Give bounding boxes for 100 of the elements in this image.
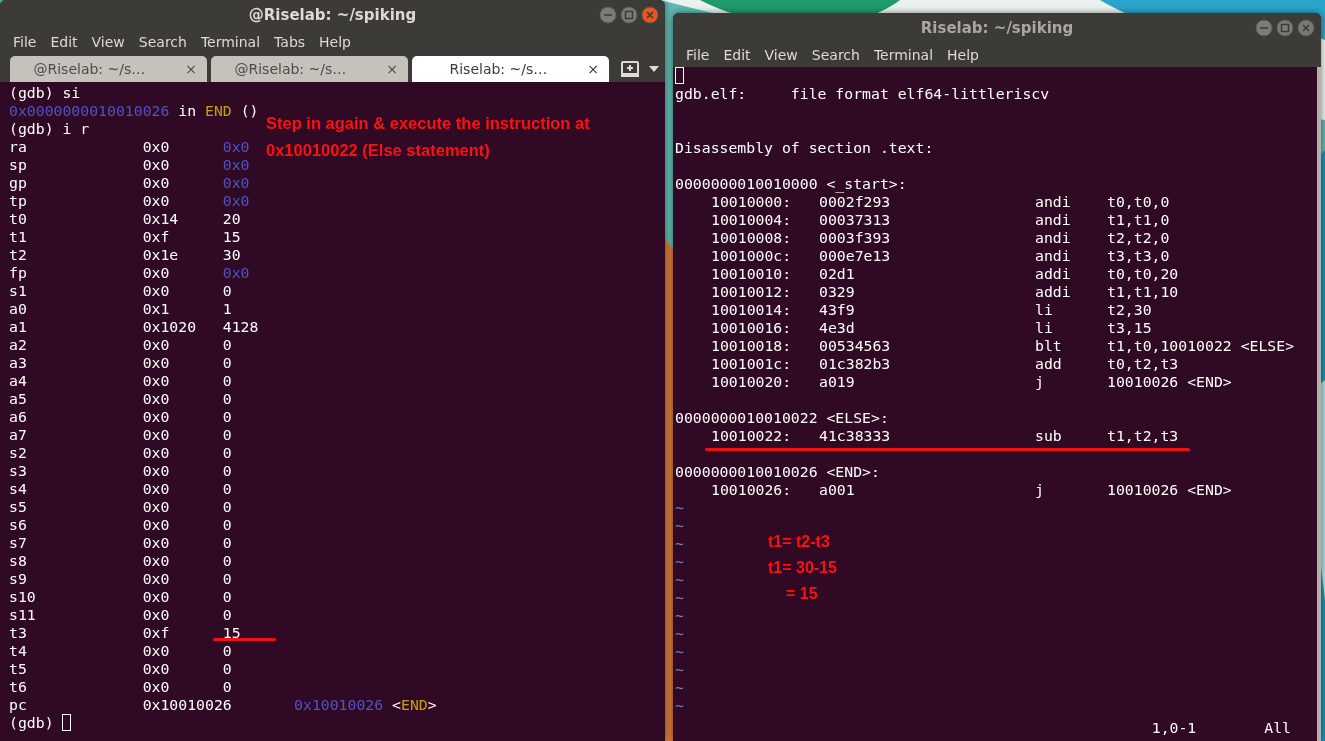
menu-item[interactable]: View bbox=[757, 47, 805, 63]
maximize-icon[interactable] bbox=[1276, 19, 1294, 37]
menu-item[interactable]: Help bbox=[940, 47, 986, 63]
terminal-tab[interactable]: Riselab: ~/s… × bbox=[412, 56, 609, 82]
menu-item[interactable]: Edit bbox=[716, 47, 758, 63]
instruction-code: 02d1 bbox=[819, 265, 856, 283]
register-value: 1 bbox=[222, 300, 232, 318]
instruction-address: 10010012: bbox=[711, 283, 793, 301]
register-hex: 0x0 bbox=[142, 156, 171, 174]
menu-item[interactable]: Search bbox=[131, 34, 194, 50]
register-value: 0x10010026 <END> bbox=[294, 696, 437, 714]
instruction-address: 10010000: bbox=[711, 193, 793, 211]
empty-line-marker: ~ bbox=[675, 535, 684, 552]
register-hex: 0x0 bbox=[142, 444, 171, 462]
minimize-icon[interactable] bbox=[599, 6, 617, 24]
register-value: 0x0 bbox=[222, 174, 250, 192]
instruction-mnemonic: j bbox=[1035, 481, 1045, 499]
empty-line-marker: ~ bbox=[675, 643, 684, 660]
window-title: Riselab: ~/spiking bbox=[920, 19, 1074, 37]
register-hex: 0x1 bbox=[142, 300, 171, 318]
instruction-mnemonic: blt bbox=[1035, 337, 1063, 355]
register-value: 0 bbox=[222, 516, 232, 534]
register-name: pc bbox=[9, 696, 28, 714]
menu-item[interactable]: File bbox=[679, 47, 717, 63]
register-hex: 0x0 bbox=[142, 516, 171, 534]
terminal-line: (gdb) si bbox=[9, 84, 81, 102]
instruction-address: 10010010: bbox=[711, 265, 793, 283]
close-icon[interactable] bbox=[1297, 19, 1315, 37]
menu-item[interactable]: Terminal bbox=[866, 47, 941, 63]
register-hex: 0x0 bbox=[142, 570, 171, 588]
register-hex: 0xf bbox=[142, 228, 171, 246]
instruction-mnemonic: addi bbox=[1035, 283, 1072, 301]
register-name: a0 bbox=[9, 300, 28, 318]
menu-item[interactable]: Tabs bbox=[267, 34, 313, 50]
menu-item[interactable]: File bbox=[6, 34, 44, 50]
menu-item[interactable]: Terminal bbox=[193, 34, 268, 50]
empty-line-marker: ~ bbox=[675, 607, 684, 624]
instruction-operands: t3,t3,0 bbox=[1107, 247, 1170, 265]
menu-item[interactable]: Help bbox=[312, 34, 358, 50]
register-hex: 0x0 bbox=[142, 498, 171, 516]
instruction-code: a001 bbox=[819, 481, 856, 499]
empty-line-marker: ~ bbox=[675, 679, 684, 696]
instruction-mnemonic: sub bbox=[1035, 427, 1063, 445]
register-value: 0 bbox=[222, 498, 232, 516]
instruction-address: 10010018: bbox=[711, 337, 793, 355]
instruction-mnemonic: li bbox=[1035, 319, 1054, 337]
new-tab-icon[interactable] bbox=[621, 61, 639, 77]
annotation-text: t1= t2-t3 t1= 30-15 = 15 bbox=[768, 532, 837, 604]
register-hex: 0x14 bbox=[142, 210, 180, 228]
register-value: 0 bbox=[222, 282, 232, 300]
menu-item[interactable]: Edit bbox=[43, 34, 85, 50]
instruction-operands: t2,t2,0 bbox=[1107, 229, 1170, 247]
instruction-code: 41c38333 bbox=[819, 427, 892, 445]
register-name: t4 bbox=[9, 642, 28, 660]
instruction-code: a019 bbox=[819, 373, 856, 391]
terminal-line: 0000000010010026 <END>: bbox=[675, 463, 880, 481]
instruction-address: 10010004: bbox=[711, 211, 793, 229]
register-value: 0 bbox=[222, 642, 232, 660]
register-value: 15 bbox=[222, 624, 241, 642]
instruction-code: 4e3d bbox=[819, 319, 856, 337]
register-name: s2 bbox=[9, 444, 28, 462]
instruction-operands: t1,t2,t3 bbox=[1107, 427, 1179, 445]
register-value: 0 bbox=[222, 408, 232, 426]
instruction-mnemonic: andi bbox=[1035, 247, 1072, 265]
minimize-icon[interactable] bbox=[1255, 19, 1273, 37]
instruction-operands: t1,t0,10010022 <ELSE> bbox=[1107, 337, 1295, 355]
instruction-operands: t1,t1,0 bbox=[1107, 211, 1170, 229]
register-name: s9 bbox=[9, 570, 28, 588]
instruction-code: 43f9 bbox=[819, 301, 856, 319]
menu-item[interactable]: View bbox=[84, 34, 132, 50]
register-hex: 0x0 bbox=[142, 372, 171, 390]
menu-item[interactable]: Search bbox=[804, 47, 867, 63]
instruction-code: 000e7e13 bbox=[819, 247, 892, 265]
instruction-operands: 10010026 <END> bbox=[1107, 481, 1232, 499]
register-name: ra bbox=[9, 138, 28, 156]
maximize-icon[interactable] bbox=[620, 6, 638, 24]
instruction-code: 00534563 bbox=[819, 337, 892, 355]
scroll-position: All bbox=[1264, 719, 1291, 737]
annotation-text: Step in again & execute the instruction at 0x10010022 (Else statement) bbox=[266, 113, 590, 161]
register-hex: 0x0 bbox=[142, 174, 171, 192]
terminal-line: gdb.elf: file format elf64-littleriscv bbox=[675, 85, 1050, 103]
close-icon[interactable] bbox=[641, 6, 659, 24]
register-value: 0 bbox=[222, 588, 232, 606]
terminal-tab[interactable]: @Riselab: ~/s… × bbox=[211, 56, 408, 82]
dropdown-caret-icon[interactable] bbox=[649, 66, 659, 72]
register-value: 0 bbox=[222, 354, 232, 372]
register-value: 30 bbox=[222, 246, 241, 264]
register-name: s11 bbox=[9, 606, 37, 624]
register-value: 0 bbox=[222, 372, 232, 390]
register-name: t6 bbox=[9, 678, 28, 696]
scrollbar[interactable] bbox=[1317, 67, 1321, 741]
instruction-operands: 10010026 <END> bbox=[1107, 373, 1232, 391]
register-name: s8 bbox=[9, 552, 28, 570]
terminal-line: 0000000010010022 <ELSE>: bbox=[675, 409, 889, 427]
text-cursor bbox=[675, 67, 684, 84]
register-value: 0x0 bbox=[222, 156, 250, 174]
register-name: t2 bbox=[9, 246, 28, 264]
terminal-tab[interactable]: @Riselab: ~/s… × bbox=[10, 56, 207, 82]
register-hex: 0x0 bbox=[142, 192, 171, 210]
empty-line-marker: ~ bbox=[675, 499, 684, 516]
